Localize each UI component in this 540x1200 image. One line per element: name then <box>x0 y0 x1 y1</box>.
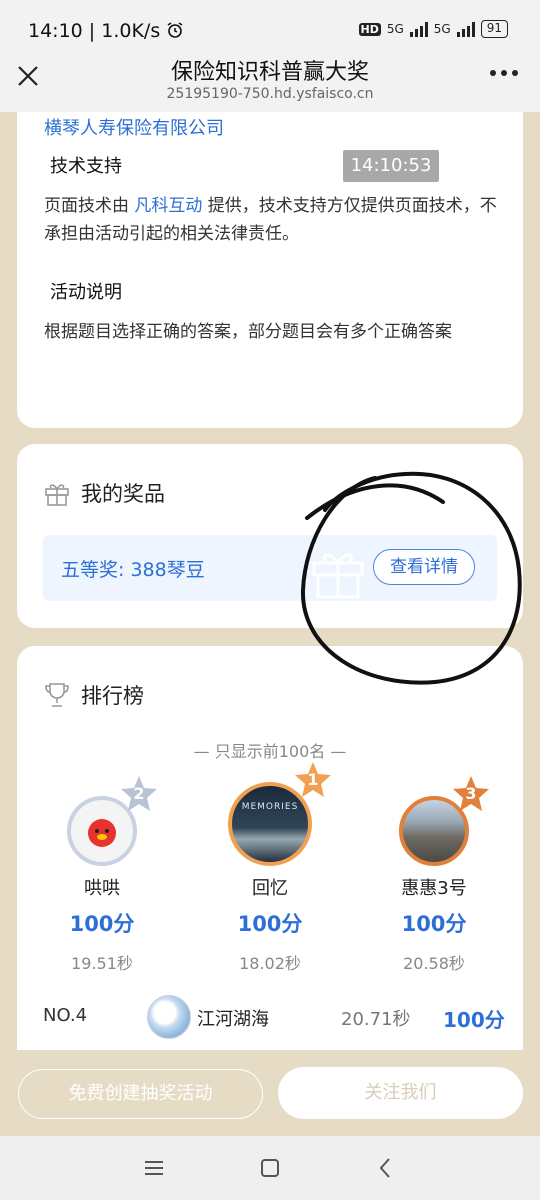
player-score: 100分 <box>443 1008 505 1032</box>
page-content[interactable]: 横琴人寿保险有限公司 技术支持 14:10:53 页面技术由 凡科互动 提供，技… <box>0 112 540 1050</box>
leaderboard-title-text: 排行榜 <box>81 684 144 708</box>
my-prizes-card: 我的奖品 五等奖: 388琴豆 查看详情 <box>17 444 523 628</box>
page-title: 保险知识科普赢大奖 <box>170 60 369 85</box>
podium-rank-1[interactable]: MEMORIES 1 回忆 100分 18.02秒 <box>195 762 345 974</box>
bottom-action-bar: 免费创建抽奖活动 关注我们 <box>0 1050 540 1136</box>
player-score: 100分 <box>69 912 135 936</box>
leaderboard-subtitle: — 只显示前100名 — <box>193 742 347 761</box>
trophy-icon <box>45 683 69 707</box>
my-prizes-title: 我的奖品 <box>43 478 165 508</box>
player-name: 回忆 <box>252 878 288 899</box>
my-prizes-title-text: 我的奖品 <box>81 482 165 506</box>
tech-support-text: 页面技术由 凡科互动 提供，技术支持方仅提供页面技术，不承担由活动引起的相关法律… <box>44 192 504 248</box>
browser-title-bar: 保险知识科普赢大奖 25195190-750.hd.ysfaisco.cn <box>0 48 540 112</box>
follow-us-button[interactable]: 关注我们 <box>278 1067 523 1119</box>
alarm-icon <box>167 22 183 38</box>
time-badge: 14:10:53 <box>343 150 439 182</box>
more-icon[interactable] <box>490 70 518 76</box>
player-score: 100分 <box>401 912 467 936</box>
net-label-2: 5G <box>433 22 451 36</box>
net-label-1: 5G <box>386 22 404 36</box>
avatar-text: MEMORIES <box>241 802 299 812</box>
avatar <box>147 995 191 1039</box>
home-icon[interactable] <box>256 1154 284 1182</box>
player-time: 18.02秒 <box>239 954 301 973</box>
view-details-button[interactable]: 查看详情 <box>373 549 475 585</box>
rank-number: 2 <box>133 784 145 803</box>
gift-icon <box>45 484 69 506</box>
company-link[interactable]: 横琴人寿保险有限公司 <box>44 114 224 140</box>
podium-rank-3[interactable]: 3 惠惠3号 100分 20.58秒 <box>359 776 509 974</box>
medal-bronze-icon: 3 <box>451 774 491 814</box>
system-nav-bar <box>0 1136 540 1200</box>
status-time: 14:10 | 1.0K/s <box>28 20 184 42</box>
tech-support-heading: 技术支持 <box>44 152 128 184</box>
medal-silver-icon: 2 <box>119 774 159 814</box>
rank-number: 1 <box>307 770 319 789</box>
battery-icon: 91 <box>480 20 508 38</box>
tech-support-heading-text: 技术支持 <box>50 156 122 177</box>
signal-icon <box>409 21 428 37</box>
leaderboard-row[interactable]: NO.4 江河湖海 20.71秒 100分 <box>17 993 523 1041</box>
menu-icon[interactable] <box>140 1154 168 1182</box>
player-name: 江河湖海 <box>197 1009 269 1030</box>
leaderboard-title: 排行榜 <box>43 680 144 710</box>
gift-watermark-icon <box>312 553 364 599</box>
clock-text: 14:10 <box>28 20 83 42</box>
system-indicators: HD 5G 5G 91 <box>358 20 508 38</box>
network-speed: 1.0K/s <box>101 20 161 42</box>
rank-number: 3 <box>465 784 477 803</box>
player-time: 20.71秒 <box>341 1009 411 1030</box>
leaderboard-card: 排行榜 — 只显示前100名 — 2 哄哄 100分 19.51秒 MEMORI… <box>17 646 523 1050</box>
player-score: 100分 <box>237 912 303 936</box>
rank-no: NO.4 <box>43 1005 88 1026</box>
activity-heading-text: 活动说明 <box>50 282 122 303</box>
prize-text: 五等奖: 388琴豆 <box>61 559 205 581</box>
battery-level: 91 <box>486 21 502 35</box>
create-lottery-button[interactable]: 免费创建抽奖活动 <box>18 1069 263 1119</box>
tech-text-pre: 页面技术由 <box>44 196 135 216</box>
medal-gold-icon: 1 <box>293 760 333 800</box>
activity-heading: 活动说明 <box>44 278 128 310</box>
player-name: 哄哄 <box>84 878 120 899</box>
page-url: 25195190-750.hd.ysfaisco.cn <box>166 86 374 102</box>
podium-rank-2[interactable]: 2 哄哄 100分 19.51秒 <box>27 776 177 974</box>
player-time: 19.51秒 <box>71 954 133 973</box>
player-name: 惠惠3号 <box>401 878 467 899</box>
prize-item: 五等奖: 388琴豆 查看详情 <box>43 535 497 601</box>
player-time: 20.58秒 <box>403 954 465 973</box>
info-card: 横琴人寿保险有限公司 技术支持 14:10:53 页面技术由 凡科互动 提供，技… <box>17 112 523 428</box>
hd-badge: HD <box>358 22 381 36</box>
activity-text: 根据题目选择正确的答案，部分题目会有多个正确答案 <box>44 322 452 342</box>
tech-provider-link[interactable]: 凡科互动 <box>134 196 202 216</box>
signal-icon-2 <box>456 21 475 37</box>
back-icon[interactable] <box>372 1154 400 1182</box>
